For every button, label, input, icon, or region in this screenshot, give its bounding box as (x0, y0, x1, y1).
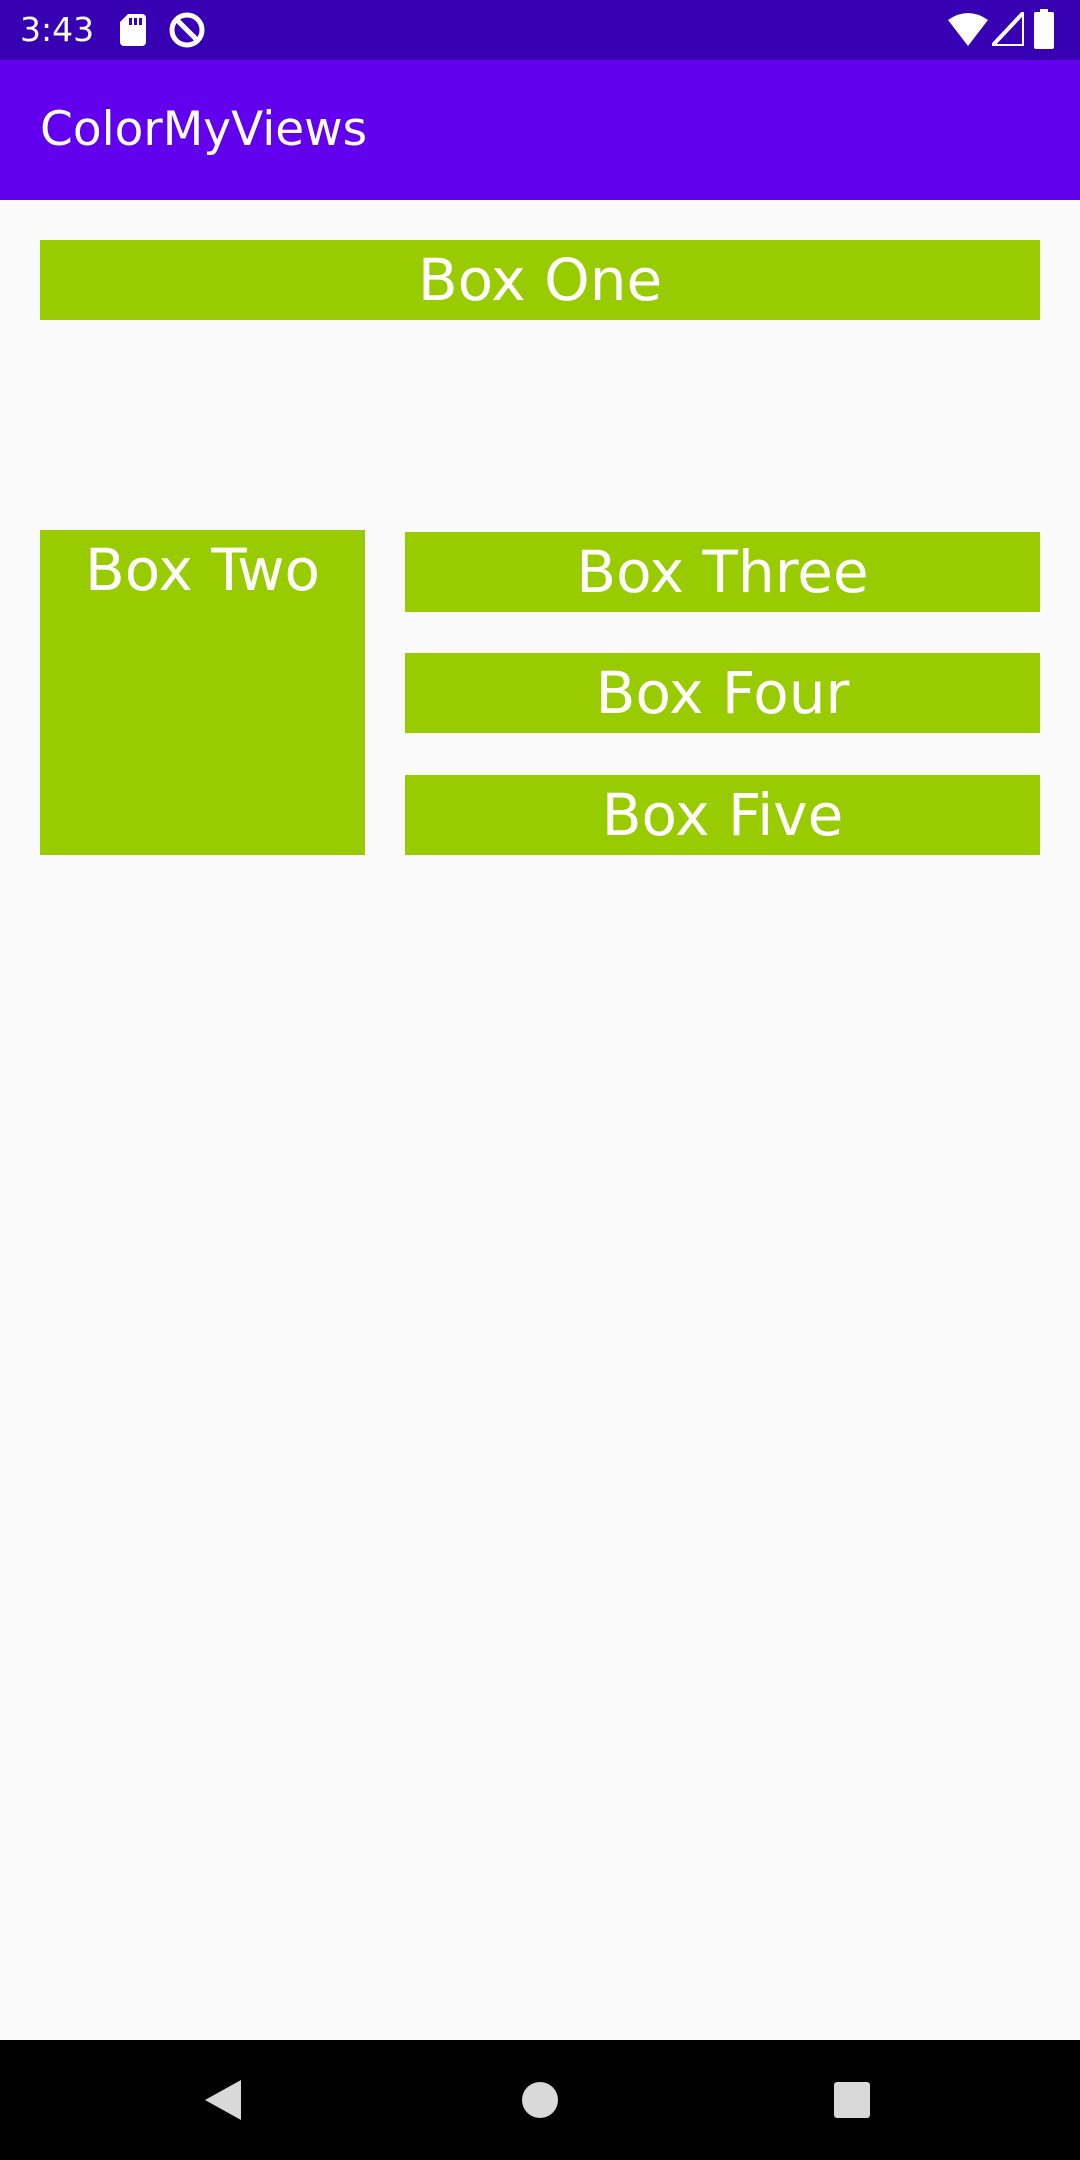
box-one-label: Box One (417, 246, 663, 314)
home-icon (522, 2082, 558, 2118)
constraint-layout: Box One Box Two Box Three Box Four Box F… (0, 200, 1080, 2040)
cell-signal-icon (987, 6, 1026, 50)
battery-icon (1034, 9, 1054, 53)
box-four-label: Box Four (595, 659, 850, 727)
box-three[interactable]: Box Three (405, 532, 1040, 612)
box-four[interactable]: Box Four (405, 653, 1040, 733)
home-button[interactable] (470, 2040, 610, 2160)
recents-button[interactable] (782, 2040, 922, 2160)
back-icon (205, 2080, 241, 2120)
sd-card-icon (120, 14, 146, 50)
box-three-label: Box Three (576, 538, 869, 606)
app-title: ColorMyViews (40, 102, 368, 157)
box-five[interactable]: Box Five (405, 775, 1040, 855)
navigation-bar (0, 2040, 1080, 2160)
status-time: 3:43 (20, 10, 95, 49)
status-bar: 3:43 (0, 0, 1080, 60)
wifi-icon (948, 12, 988, 50)
app-bar: ColorMyViews (0, 60, 1080, 200)
box-five-label: Box Five (601, 781, 844, 849)
box-two-label: Box Two (84, 536, 320, 604)
box-one[interactable]: Box One (40, 240, 1040, 320)
back-button[interactable] (155, 2040, 295, 2160)
box-two[interactable]: Box Two (40, 530, 365, 855)
do-not-disturb-icon (168, 11, 206, 53)
recents-icon (834, 2082, 870, 2118)
